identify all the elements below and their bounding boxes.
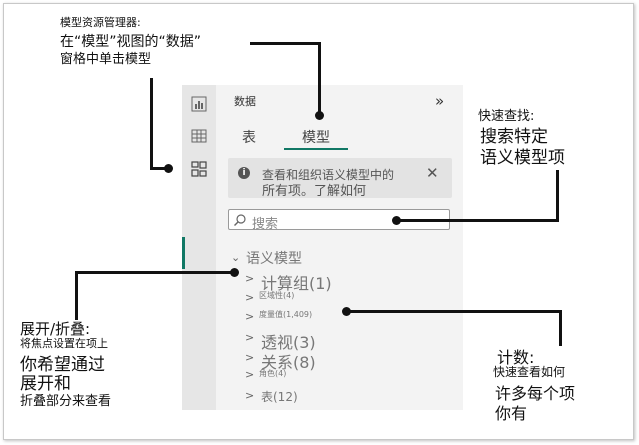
search-placeholder: 搜索 bbox=[252, 217, 279, 232]
quick-find-callout-title: 快速查找: bbox=[478, 109, 535, 124]
search-icon bbox=[234, 214, 246, 226]
callout-line bbox=[398, 219, 558, 222]
expand-collapse-callout-line4: 折叠部分来查看 bbox=[20, 394, 112, 409]
chevron-right-icon[interactable]: > bbox=[245, 310, 254, 323]
pane-title: 数据 bbox=[234, 95, 256, 108]
callout-dot bbox=[392, 216, 401, 225]
chevron-right-icon[interactable]: > bbox=[245, 272, 254, 285]
callout-line bbox=[350, 310, 562, 313]
active-view-indicator bbox=[182, 237, 185, 269]
callout-line bbox=[75, 271, 233, 274]
quick-find-callout-line2: 语义模型项 bbox=[480, 148, 565, 168]
tab-model[interactable]: 模型 bbox=[302, 127, 330, 147]
model-explorer-callout-title: 模型资源管理器: bbox=[60, 16, 141, 29]
expand-collapse-callout-line1: 将焦点设置在项上 bbox=[20, 337, 108, 350]
chevron-right-icon[interactable]: > bbox=[245, 291, 254, 304]
chevron-right-icon[interactable]: > bbox=[245, 368, 254, 381]
callout-line bbox=[75, 272, 78, 320]
callout-dot bbox=[164, 164, 173, 173]
quick-find-callout-line1: 搜索特定 bbox=[480, 127, 548, 147]
callout-line bbox=[559, 310, 562, 346]
callout-dot bbox=[230, 268, 239, 277]
chevron-right-icon[interactable]: > bbox=[245, 351, 254, 364]
count-callout-line2: 许多每个项 bbox=[495, 384, 576, 403]
chevron-down-icon[interactable]: ⌄ bbox=[231, 251, 240, 264]
chevron-right-icon[interactable]: > bbox=[245, 331, 254, 344]
callout-line bbox=[556, 170, 559, 222]
tree-item-cultures[interactable]: 区域性(4) bbox=[259, 290, 294, 301]
count-callout-title: 计数: bbox=[497, 348, 535, 367]
report-view-icon[interactable] bbox=[190, 95, 208, 113]
view-rail bbox=[182, 85, 216, 410]
tree-item-roles[interactable]: 角色(4) bbox=[259, 368, 286, 379]
close-icon[interactable]: ✕ bbox=[426, 164, 439, 182]
expand-collapse-callout-title: 展开/折叠: bbox=[20, 320, 91, 338]
callout-line bbox=[150, 78, 153, 170]
chevron-right-icon[interactable]: > bbox=[245, 389, 254, 402]
callout-line bbox=[250, 42, 320, 45]
tree-item-tables[interactable]: 表(12) bbox=[261, 388, 298, 405]
active-tab-underline bbox=[284, 148, 348, 150]
info-icon: i bbox=[238, 167, 250, 179]
count-callout-line1: 快速查看如何 bbox=[493, 365, 566, 379]
expand-collapse-callout-line2: 你希望通过 bbox=[20, 355, 105, 375]
collapse-pane-icon[interactable]: » bbox=[435, 92, 444, 110]
table-view-icon[interactable] bbox=[190, 127, 208, 145]
tree-root-semantic-model[interactable]: 语义模型 bbox=[246, 248, 302, 268]
tab-tables[interactable]: 表 bbox=[242, 127, 256, 147]
count-callout-line3: 你有 bbox=[495, 404, 528, 423]
tree-item-measures[interactable]: 度量值(1,409) bbox=[259, 309, 312, 320]
model-view-icon[interactable] bbox=[190, 160, 208, 178]
info-text-line2[interactable]: 所有项。了解如何 bbox=[262, 180, 366, 199]
expand-collapse-callout-line3: 展开和 bbox=[20, 374, 71, 394]
callout-dot bbox=[315, 111, 324, 120]
callout-line bbox=[318, 42, 321, 114]
model-explorer-callout-line2: 窗格中单击模型 bbox=[60, 52, 152, 67]
model-explorer-callout-line1: 在“模型”视图的“数据” bbox=[60, 34, 202, 50]
